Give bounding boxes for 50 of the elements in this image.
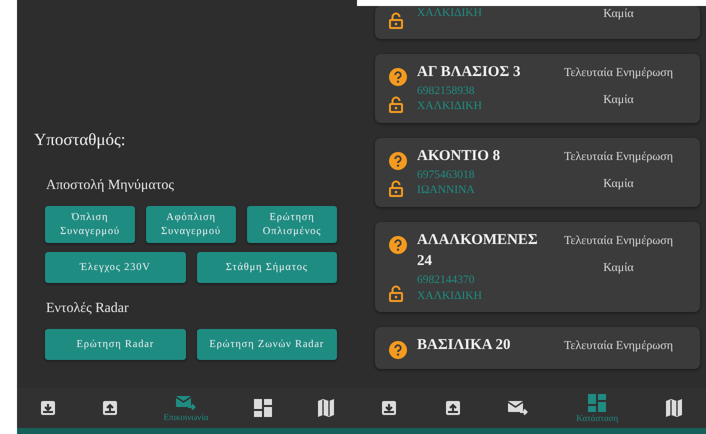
upload-tray-icon bbox=[102, 400, 118, 416]
command-button[interactable]: Έλεγχος 230V bbox=[45, 252, 186, 284]
site-card[interactable]: ΧΑΛΚΙΔΙΚΗ Καμία bbox=[375, 6, 700, 39]
question-icon bbox=[389, 236, 407, 254]
group-heading: Αποστολή Μηνύματος bbox=[46, 178, 174, 194]
command-button[interactable]: Στάθμη Σήματος bbox=[196, 252, 337, 284]
mail-send-icon bbox=[176, 394, 196, 410]
download-tray-icon bbox=[40, 400, 56, 416]
status-label: Τελευταία Ενημέρωση bbox=[564, 65, 674, 80]
site-card[interactable]: ΑΛΑΛΚΟΜΕΝΕΣ 24 6982144370 ΧΑΛΚΙΔΙΚΗ Τελευταία Ενημέρωση Καμία bbox=[375, 222, 700, 312]
status-label: Τελευταία Ενημέρωση bbox=[564, 148, 674, 164]
status-value: Καμία bbox=[603, 6, 634, 21]
region-name: ΙΩΑΝΝΙΝΑ bbox=[417, 183, 475, 198]
mail-send-icon bbox=[508, 400, 528, 416]
question-icon bbox=[389, 341, 407, 360]
phone-number: 6982144370 bbox=[417, 273, 474, 288]
site-name: ΑΓ ΒΛΑΣΙΟΣ 3 bbox=[417, 63, 521, 82]
status-value: Καμία bbox=[603, 260, 634, 275]
command-button[interactable]: Ερώτηση Οπλισμένος bbox=[247, 206, 337, 244]
nav-tab[interactable]: Κατάσταση bbox=[570, 394, 624, 422]
status-value: Καμία bbox=[603, 176, 634, 191]
nav-tab[interactable]: Επικοινωνία bbox=[158, 394, 214, 422]
site-card[interactable]: ΑΓ ΒΛΑΣΙΟΣ 3 6982158938 ΧΑΛΚΙΔΙΚΗ Τελευταία Ενημέρωση Καμία bbox=[375, 54, 700, 123]
site-name: ΒΑΣΙΛΙΚΑ 20 bbox=[417, 336, 510, 356]
question-icon bbox=[389, 68, 407, 86]
status-value: Καμία bbox=[603, 92, 634, 107]
site-card[interactable]: ΒΑΣΙΛΙΚΑ 20 Τελευταία Ενημέρωση bbox=[375, 327, 700, 370]
group-heading: Εντολές Radar bbox=[46, 301, 129, 318]
phone-number: 6982158938 bbox=[417, 84, 474, 99]
command-button[interactable]: Όπλιση Συναγερμού bbox=[45, 206, 135, 244]
region-name: ΧΑΛΚΙΔΙΚΗ bbox=[417, 288, 482, 304]
site-card[interactable]: ΑΚΟΝΤΙΟ 8 6975463018 ΙΩΑΝΝΙΝΑ Τελευταία Ενημέρωση Καμία bbox=[375, 138, 700, 207]
upload-tray-icon bbox=[444, 400, 461, 416]
download-tray-icon bbox=[380, 400, 397, 416]
map-icon bbox=[666, 399, 682, 417]
site-name: ΑΚΟΝΤΙΟ 8 bbox=[417, 146, 500, 166]
phone-number: 6975463018 bbox=[417, 168, 474, 183]
command-button[interactable]: Ερώτηση Ζωνών Radar bbox=[196, 329, 337, 360]
dashboard-icon bbox=[588, 394, 606, 412]
region-name: ΧΑΛΚΙΔΙΚΗ bbox=[417, 6, 482, 21]
dashboard-icon bbox=[254, 399, 272, 417]
section-title: Υποσταθμός: bbox=[34, 130, 126, 150]
site-name: ΑΛΑΛΚΟΜΕΝΕΣ 24 bbox=[417, 230, 539, 272]
question-icon bbox=[389, 152, 407, 170]
region-name: ΧΑΛΚΙΔΙΚΗ bbox=[417, 99, 482, 114]
command-button[interactable]: Αφόπλιση Συναγερμού bbox=[146, 206, 236, 244]
command-button[interactable]: Ερώτηση Radar bbox=[45, 329, 186, 360]
status-label: Τελευταία Ενημέρωση bbox=[564, 232, 674, 248]
status-label: Τελευταία Ενημέρωση bbox=[564, 338, 674, 354]
map-icon bbox=[318, 399, 334, 417]
